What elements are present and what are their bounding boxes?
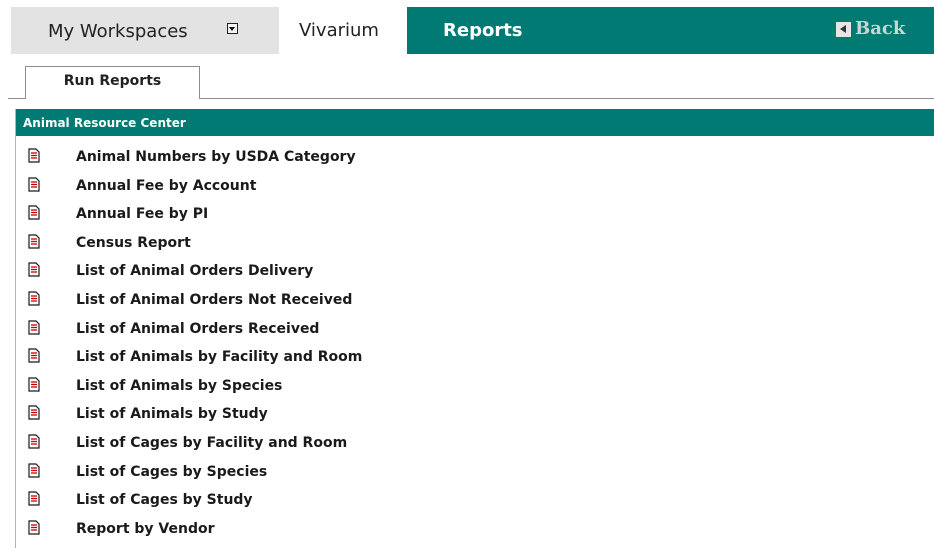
dropdown-arrow-icon[interactable] [227,23,238,34]
vivarium-label: Vivarium [299,20,379,41]
document-icon [28,434,40,449]
report-link-label: Annual Fee by Account [76,177,257,194]
tab-run-reports[interactable]: Run Reports [25,66,200,99]
document-icon [28,319,40,335]
report-link-label: List of Animals by Study [76,406,268,423]
back-label: Back [855,18,906,39]
my-workspaces-tab[interactable]: My Workspaces [11,7,279,54]
reports-panel: Animal Resource Center Animal Numbers by… [15,109,934,548]
document-icon [28,148,40,163]
document-icon [28,377,40,392]
report-link-label: Report by Vendor [76,520,215,537]
report-link-label: List of Animal Orders Received [76,320,320,337]
report-link-label: List of Animals by Facility and Room [76,349,363,366]
top-navigation-bar: My Workspaces Vivarium Reports Back [11,7,934,54]
document-icon [28,205,40,220]
report-link-label: List of Cages by Species [76,463,268,480]
report-link-label: Animal Numbers by USDA Category [76,149,356,165]
document-icon [28,405,40,420]
document-icon [28,348,40,363]
panel-header: Animal Resource Center [16,109,934,136]
my-workspaces-label: My Workspaces [48,21,188,42]
document-icon [28,491,40,506]
report-link-label: Census Report [76,234,191,251]
vivarium-tab[interactable]: Vivarium [279,7,407,54]
report-link-label: List of Animal Orders Not Received [76,291,353,308]
document-icon [28,520,40,535]
section-title: Reports [443,20,523,41]
report-link-label: List of Cages by Study [76,492,253,509]
panel-title: Animal Resource Center [23,116,186,130]
document-icon [28,234,40,249]
document-icon [28,291,40,306]
tab-run-reports-label: Run Reports [63,73,162,89]
report-link-label: List of Animal Orders Delivery [76,263,314,280]
back-arrow-icon [835,21,852,38]
document-icon [28,462,40,478]
report-link-label: Annual Fee by PI [76,206,209,223]
report-link-label: List of Animals by Species [76,377,283,394]
document-icon [28,262,40,277]
report-link-label: List of Cages by Facility and Room [76,434,348,451]
document-icon [28,176,40,192]
